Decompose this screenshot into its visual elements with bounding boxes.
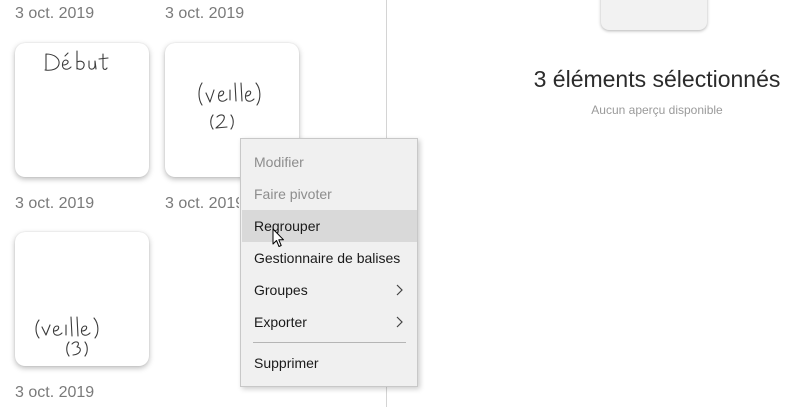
item-date-top-2: 3 oct. 2019 <box>165 5 245 22</box>
handwriting-veille-3 <box>35 316 99 357</box>
thumbnail-veille-3[interactable] <box>15 232 149 366</box>
menu-item-gestionnaire-de-balises[interactable]: Gestionnaire de balises <box>242 242 417 274</box>
item-date-1: 3 oct. 2019 <box>15 195 95 212</box>
no-preview-label: Aucun aperçu disponible <box>591 103 723 117</box>
item-date-2: 3 oct. 2019 <box>165 195 239 212</box>
thumbnail-debut[interactable] <box>15 43 149 177</box>
menu-item-exporter-label: Exporter <box>254 314 307 330</box>
menu-item-regrouper[interactable]: Regrouper <box>242 210 417 242</box>
menu-item-groupes[interactable]: Groupes <box>242 274 417 306</box>
menu-item-supprimer[interactable]: Supprimer <box>242 347 417 379</box>
preview-card <box>601 0 707 30</box>
chevron-right-icon <box>396 284 403 296</box>
chevron-right-icon <box>396 316 403 328</box>
menu-separator <box>253 342 406 343</box>
item-date-top-1: 3 oct. 2019 <box>15 5 95 22</box>
item-date-3: 3 oct. 2019 <box>15 384 95 401</box>
mouse-pointer-icon <box>272 228 284 247</box>
menu-item-exporter[interactable]: Exporter <box>242 306 417 338</box>
context-menu: Modifier Faire pivoter Regrouper Gestion… <box>240 138 418 387</box>
menu-item-faire-pivoter[interactable]: Faire pivoter <box>242 178 417 210</box>
menu-item-modifier[interactable]: Modifier <box>242 146 417 178</box>
handwriting-debut <box>44 50 109 71</box>
selection-title: 3 éléments sélectionnés <box>533 66 781 92</box>
menu-item-groupes-label: Groupes <box>254 282 308 298</box>
